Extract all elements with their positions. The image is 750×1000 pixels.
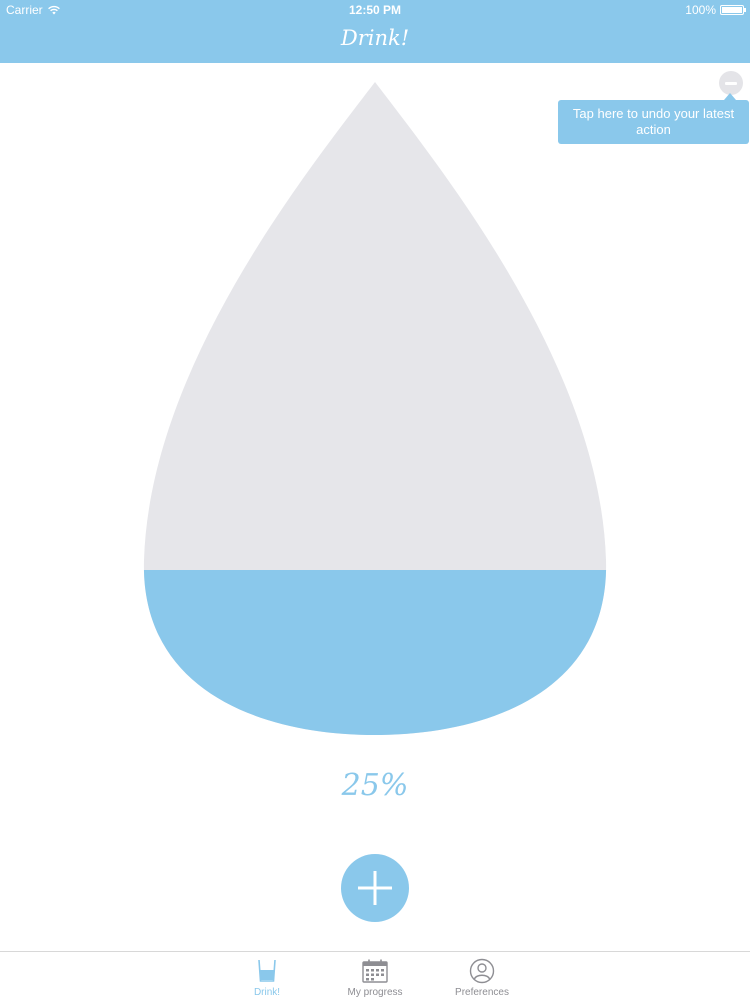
undo-button[interactable] xyxy=(719,71,743,95)
tab-label-drink: Drink! xyxy=(253,987,281,998)
minus-circle-icon xyxy=(725,81,737,85)
tab-drink[interactable]: Drink! xyxy=(222,958,312,1000)
plus-icon xyxy=(358,871,392,905)
user-icon xyxy=(469,958,495,984)
glass-icon xyxy=(258,959,276,982)
app-screen: Carrier 12:50 PM 100% Drink! Tap here to… xyxy=(0,0,750,1000)
progress-percent: 25% xyxy=(341,768,409,803)
undo-tooltip: Tap here to undo your latest action xyxy=(558,93,749,144)
calendar-icon xyxy=(362,959,388,983)
tab-my-progress[interactable]: My progress xyxy=(330,958,420,1000)
tab-label-my-progress: My progress xyxy=(347,987,403,998)
tab-bar: Drink! My progress Preferences xyxy=(0,951,750,1000)
add-drink-button[interactable] xyxy=(341,854,409,922)
drop-water-fill xyxy=(143,570,607,735)
tab-preferences[interactable]: Preferences xyxy=(437,958,527,1000)
tab-label-preferences: Preferences xyxy=(455,987,509,998)
